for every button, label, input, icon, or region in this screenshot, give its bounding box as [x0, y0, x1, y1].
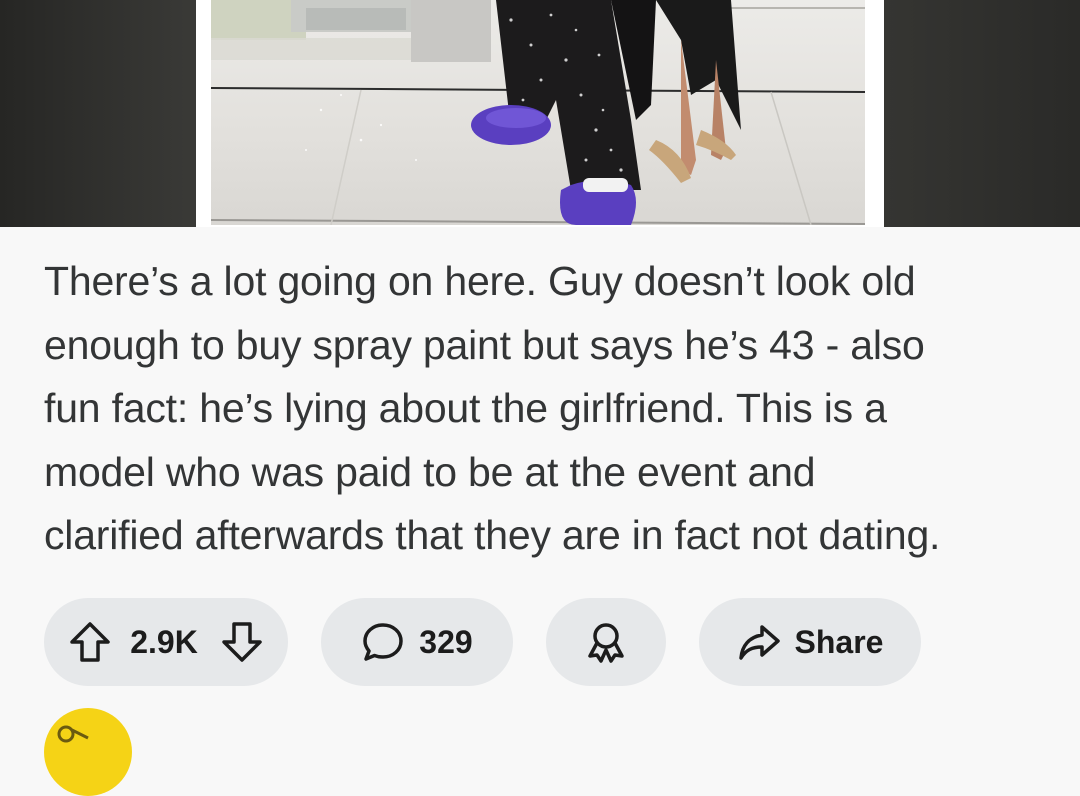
post-body-line: fun fact: he’s lying about the girlfrien…: [44, 385, 887, 431]
avatar-glyph-icon: [57, 725, 89, 743]
arrow-down-icon: [222, 622, 262, 662]
post-action-bar: 2.9K 329 Share: [0, 598, 1080, 686]
post-image[interactable]: [196, 0, 884, 227]
speech-bubble-icon: [363, 623, 404, 661]
post-body: There’s a lot going on here. Guy doesn’t…: [44, 250, 1044, 568]
avatar[interactable]: [44, 708, 132, 796]
share-arrow-icon: [738, 625, 780, 660]
share-button[interactable]: Share: [699, 598, 921, 686]
downvote-button[interactable]: [220, 620, 264, 664]
next-comment-header-partial: [150, 730, 550, 739]
media-letterbox-right: [884, 0, 1080, 227]
comment-count: 329: [419, 623, 473, 660]
award-button[interactable]: [546, 598, 666, 686]
vote-count: 2.9K: [130, 623, 198, 660]
post-body-line: clarified afterwards that they are in fa…: [44, 512, 941, 558]
post-body-line: enough to buy spray paint but says he’s …: [44, 321, 925, 368]
comments-button[interactable]: 329: [321, 598, 513, 686]
award-ribbon-icon: [588, 623, 624, 663]
post-body-line: There’s a lot going on here. Guy doesn’t…: [44, 258, 916, 304]
share-label: Share: [794, 623, 884, 660]
media-letterbox-left: [0, 0, 196, 227]
post-image-content: [211, 0, 865, 225]
post-media[interactable]: [0, 0, 1080, 227]
post-body-line: model who was paid to be at the event an…: [44, 448, 816, 495]
arrow-up-icon: [70, 622, 110, 662]
vote-control: 2.9K: [44, 598, 288, 686]
upvote-button[interactable]: [68, 620, 112, 664]
post-image-illustration: [211, 0, 865, 225]
